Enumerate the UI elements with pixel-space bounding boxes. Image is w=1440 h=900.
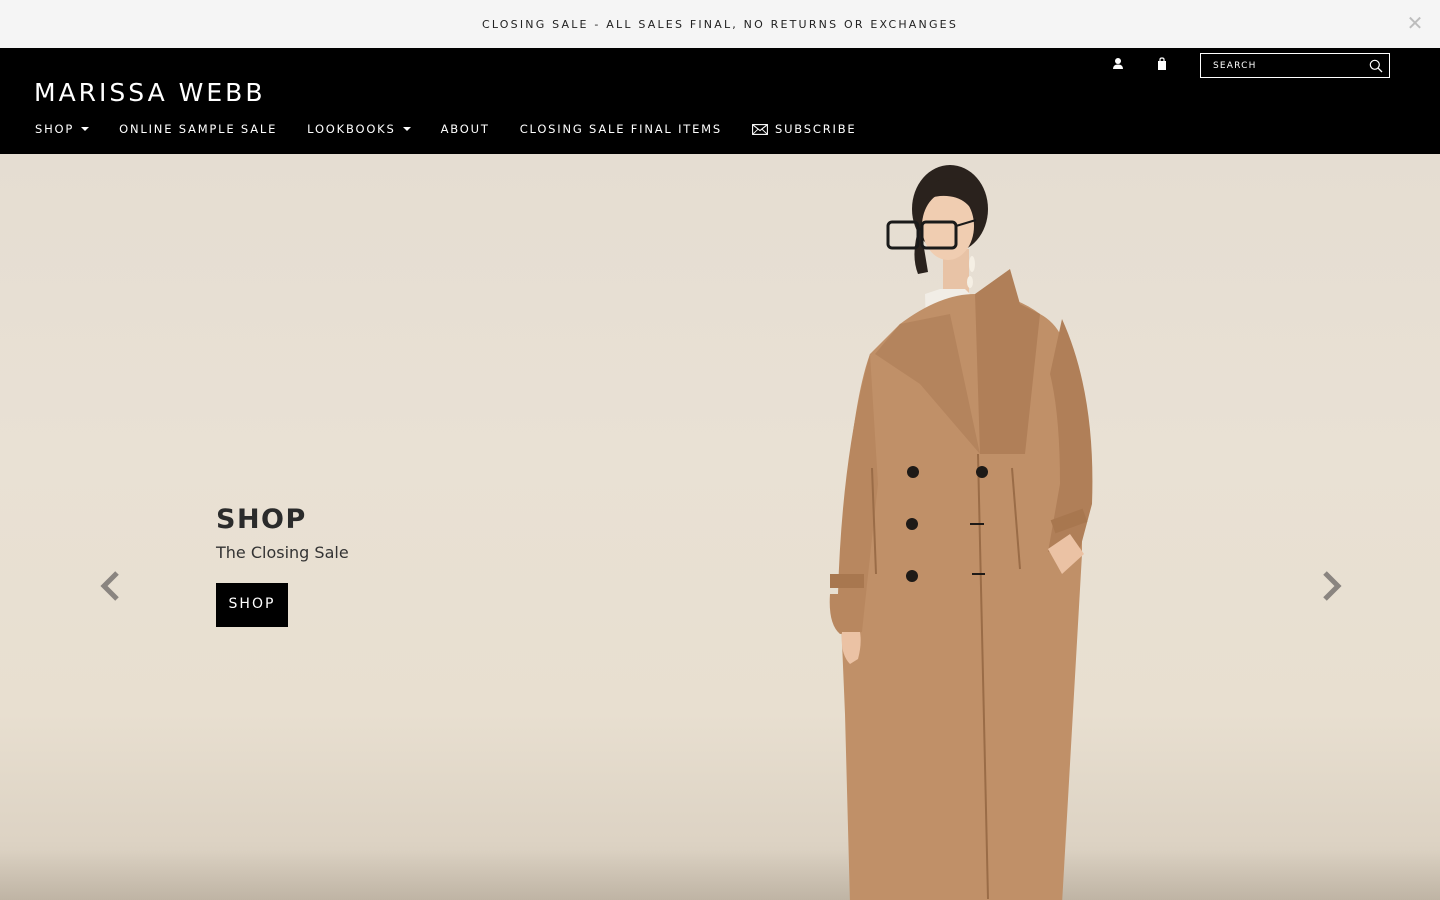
search-box — [1200, 53, 1390, 78]
hero-slideshow: SHOP The Closing Sale SHOP — [0, 154, 1440, 900]
site-header: MARISSA WEBB SHOP ONLINE SAMPLE SALE — [0, 48, 1440, 154]
announcement-bar: CLOSING SALE - ALL SALES FINAL, NO RETUR… — [0, 0, 1440, 48]
nav-item-lookbooks[interactable]: LOOKBOOKS — [307, 122, 411, 136]
nav-item-closing-sale-final-items[interactable]: CLOSING SALE FINAL ITEMS — [520, 122, 722, 136]
chevron-down-icon — [81, 127, 90, 131]
close-icon[interactable]: ✕ — [1404, 12, 1426, 34]
nav-item-subscribe[interactable]: SUBSCRIBE — [752, 122, 856, 136]
chevron-left-icon[interactable] — [98, 570, 122, 602]
nav-item-about[interactable]: ABOUT — [441, 122, 490, 136]
nav-item-label: SHOP — [35, 122, 75, 136]
shopping-bag-icon[interactable] — [1154, 56, 1170, 72]
nav-item-label: CLOSING SALE FINAL ITEMS — [519, 122, 722, 136]
chevron-down-icon — [402, 127, 411, 131]
user-icon[interactable] — [1110, 56, 1126, 72]
chevron-right-icon[interactable] — [1320, 570, 1344, 602]
utility-icons — [1110, 56, 1170, 72]
nav-item-online-sample-sale[interactable]: ONLINE SAMPLE SALE — [119, 122, 277, 136]
nav-item-label: ABOUT — [440, 122, 490, 136]
hero-subtitle: The Closing Sale — [216, 543, 349, 562]
hero-title: SHOP — [216, 504, 307, 535]
brand-logo[interactable]: MARISSA WEBB — [34, 78, 265, 107]
search-icon[interactable] — [1363, 54, 1389, 77]
nav-item-label: SUBSCRIBE — [774, 122, 857, 136]
announcement-text: CLOSING SALE - ALL SALES FINAL, NO RETUR… — [481, 17, 959, 31]
hero-shop-button[interactable]: SHOP — [216, 583, 288, 627]
nav-item-label: ONLINE SAMPLE SALE — [119, 122, 278, 136]
nav-item-shop[interactable]: SHOP — [35, 122, 90, 136]
hero-floor-shadow — [0, 850, 1440, 900]
hero-model-image — [829, 165, 1093, 900]
hero-caption: SHOP The Closing Sale SHOP — [216, 504, 349, 627]
mail-icon — [752, 123, 768, 135]
main-nav: SHOP ONLINE SAMPLE SALE LOOKBOOKS ABOUT … — [35, 122, 886, 136]
nav-item-label: LOOKBOOKS — [307, 122, 396, 136]
search-input[interactable] — [1201, 54, 1363, 77]
